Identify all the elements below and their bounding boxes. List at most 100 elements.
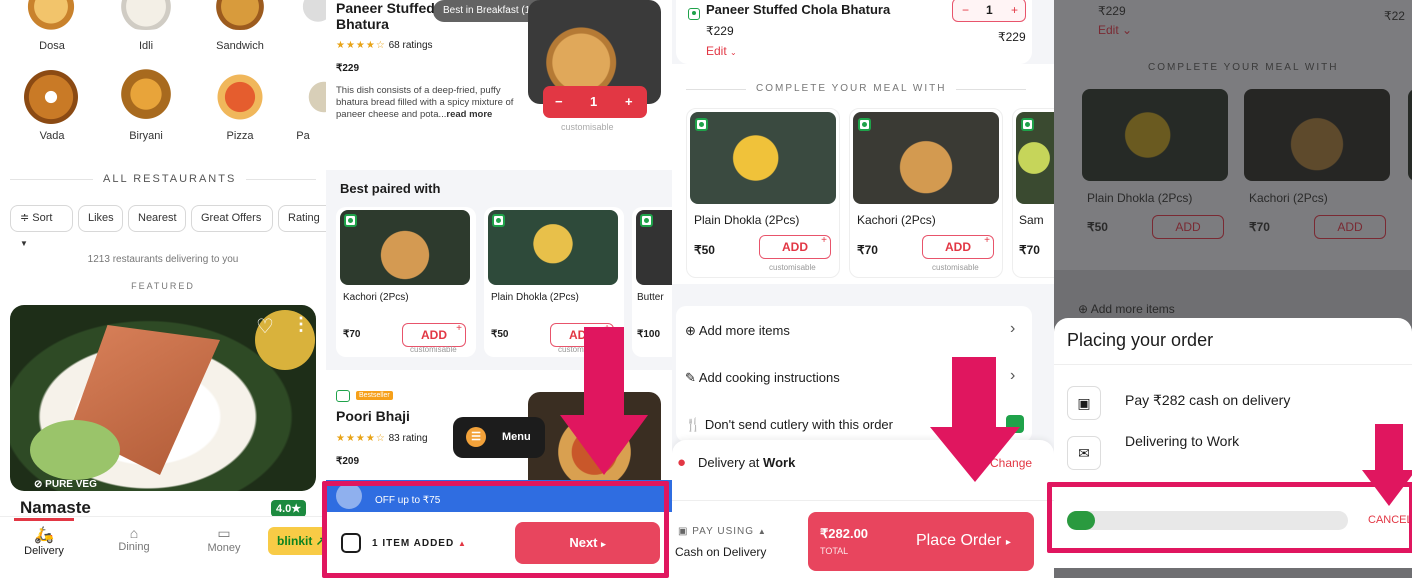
deliver-line: Delivering to Work bbox=[1125, 433, 1240, 449]
payment-bar: ▣ PAY USING ▲ Cash on Delivery ₹282.00 T… bbox=[672, 500, 1054, 578]
cutlery-row[interactable]: 🍴 Don't send cutlery with this order bbox=[685, 417, 893, 433]
meal-name: Sam bbox=[1019, 213, 1044, 227]
menu-button[interactable]: ☰ Menu bbox=[453, 417, 545, 458]
minus-button[interactable]: − bbox=[962, 3, 969, 17]
category-idli-image[interactable] bbox=[106, 0, 186, 30]
cart-item-card: Paneer Stuffed Chola Bhatura ₹229 Edit ⌄… bbox=[676, 0, 1032, 64]
dim-meal-price: ₹70 bbox=[1249, 220, 1270, 234]
annotation-highlight bbox=[322, 481, 669, 578]
paired-name: Butter bbox=[637, 292, 664, 303]
nav-dining[interactable]: ⌂ Dining bbox=[104, 525, 164, 553]
pay-using-label: PAY USING bbox=[692, 526, 755, 537]
filter-rating[interactable]: Rating bbox=[278, 205, 326, 232]
minus-button[interactable]: − bbox=[555, 94, 563, 109]
category-label[interactable]: Dosa bbox=[12, 40, 92, 52]
dim-price-right: ₹22 bbox=[1384, 9, 1405, 23]
category-pizza-image[interactable] bbox=[200, 68, 280, 126]
dim-price: ₹229 bbox=[1098, 4, 1126, 18]
restaurant-count: 1213 restaurants delivering to you bbox=[87, 254, 239, 265]
category-extra-image bbox=[300, 68, 326, 126]
meal-card[interactable]: Kachori (2Pcs) ₹70 ADD + customisable bbox=[849, 108, 1003, 278]
total-label: TOTAL bbox=[820, 546, 849, 556]
restaurant-name[interactable]: Namaste bbox=[20, 498, 91, 518]
category-label[interactable]: Sandwich bbox=[200, 40, 280, 52]
delivery-prefix: Delivery at bbox=[698, 455, 764, 470]
dim-complete-meal: COMPLETE YOUR MEAL WITH bbox=[1148, 62, 1339, 73]
rating-badge: 4.0★ bbox=[271, 500, 307, 517]
veg-icon bbox=[492, 214, 505, 227]
filter-sort[interactable]: ≑ Sort ▼ bbox=[10, 205, 73, 248]
meal-card[interactable]: Plain Dhokla (2Pcs) ₹50 ADD + customisabl… bbox=[686, 108, 840, 278]
cooking-instructions-row[interactable]: ✎ Add cooking instructions bbox=[685, 370, 840, 386]
cutlery-icon: 🍴 bbox=[685, 417, 702, 432]
veg-icon bbox=[695, 118, 708, 131]
filter-nearest[interactable]: Nearest bbox=[128, 205, 186, 232]
divider bbox=[1054, 364, 1412, 365]
annotation-highlight bbox=[1047, 482, 1412, 553]
add-button[interactable]: ADD + bbox=[922, 235, 994, 259]
paired-image bbox=[340, 210, 470, 285]
caret-up-icon: ▲ bbox=[757, 527, 767, 536]
category-label[interactable]: Vada bbox=[12, 130, 92, 142]
paired-card[interactable]: Kachori (2Pcs) ₹70 ADD + customisable bbox=[336, 207, 476, 357]
heart-icon[interactable]: ♡ bbox=[256, 314, 274, 339]
add-more-row[interactable]: ⊕ Add more items bbox=[685, 323, 790, 339]
meal-name: Kachori (2Pcs) bbox=[857, 213, 936, 227]
blinkit-button[interactable]: blinkit ↗ bbox=[268, 527, 326, 555]
payment-method: Cash on Delivery bbox=[675, 545, 767, 559]
filter-great-offers[interactable]: Great Offers bbox=[191, 205, 273, 232]
dining-icon: ⌂ bbox=[129, 525, 139, 541]
edit-icon: ✎ bbox=[685, 370, 696, 385]
meal-card[interactable]: Sam ₹70 bbox=[1012, 108, 1054, 278]
dim-edit: Edit ⌄ bbox=[1098, 23, 1133, 37]
cart-item-price: ₹229 bbox=[706, 24, 734, 38]
category-label[interactable]: Pa bbox=[283, 130, 323, 142]
category-label[interactable]: Idli bbox=[106, 40, 186, 52]
paired-name: Plain Dhokla (2Pcs) bbox=[491, 292, 579, 303]
featured-label: FEATURED bbox=[131, 281, 195, 291]
featured-restaurant-image[interactable]: ♡ ⋮ ⊘ PURE VEG bbox=[10, 305, 316, 491]
dim-meal-price: ₹50 bbox=[1087, 220, 1108, 234]
place-order-text: Place Order bbox=[916, 532, 1002, 549]
dim-add-more-label: Add more items bbox=[1090, 302, 1175, 316]
category-extra-image bbox=[294, 0, 326, 30]
add-more-label: Add more items bbox=[698, 323, 790, 338]
category-vada-image[interactable] bbox=[12, 68, 90, 126]
customisable-label: customisable bbox=[932, 263, 979, 272]
active-tab-indicator bbox=[14, 518, 74, 521]
add-button[interactable]: ADD + bbox=[402, 323, 466, 347]
nav-money[interactable]: ▭ Money bbox=[194, 525, 254, 554]
quantity-stepper[interactable]: − 1 + bbox=[543, 86, 647, 118]
ratings-count: 68 ratings bbox=[388, 40, 433, 51]
section-title: ALL RESTAURANTS bbox=[93, 173, 247, 185]
add-button[interactable]: ADD + bbox=[759, 235, 831, 259]
placing-title: Placing your order bbox=[1067, 330, 1214, 350]
poori-price: ₹209 bbox=[336, 456, 360, 467]
veg-icon bbox=[858, 118, 871, 131]
category-biryani-image[interactable] bbox=[106, 68, 186, 126]
category-label[interactable]: Biryani bbox=[106, 130, 186, 142]
chevron-right-icon: ▸ bbox=[1005, 537, 1011, 548]
category-dosa-image[interactable] bbox=[13, 0, 89, 30]
filter-label: Sort bbox=[32, 212, 53, 224]
category-label[interactable]: Pizza bbox=[200, 130, 280, 142]
nav-delivery[interactable]: 🛵 Delivery bbox=[14, 525, 74, 557]
customisable-label: customisable bbox=[769, 263, 816, 272]
dim-meal-image bbox=[1244, 89, 1390, 181]
more-icon[interactable]: ⋮ bbox=[292, 314, 310, 335]
plus-button[interactable]: + bbox=[1011, 3, 1018, 17]
poori-title: Poori Bhaji bbox=[336, 408, 410, 424]
filter-likes[interactable]: Likes bbox=[78, 205, 123, 232]
plus-button[interactable]: + bbox=[625, 94, 633, 109]
pay-line: Pay ₹282 cash on delivery bbox=[1125, 392, 1291, 408]
pay-using[interactable]: ▣ PAY USING ▲ bbox=[678, 526, 767, 537]
plus-icon: + bbox=[821, 235, 827, 246]
category-sandwich-image[interactable] bbox=[200, 0, 280, 30]
veg-icon bbox=[336, 390, 350, 402]
read-more-link[interactable]: read more bbox=[446, 109, 492, 120]
edit-link[interactable]: Edit ⌄ bbox=[706, 44, 737, 58]
dim-add-button: ADD bbox=[1152, 215, 1224, 239]
place-order-button[interactable]: ₹282.00 TOTAL Place Order ▸ bbox=[808, 512, 1034, 571]
nav-label: Dining bbox=[118, 541, 150, 553]
cart-quantity-stepper[interactable]: − 1 + bbox=[952, 0, 1026, 22]
